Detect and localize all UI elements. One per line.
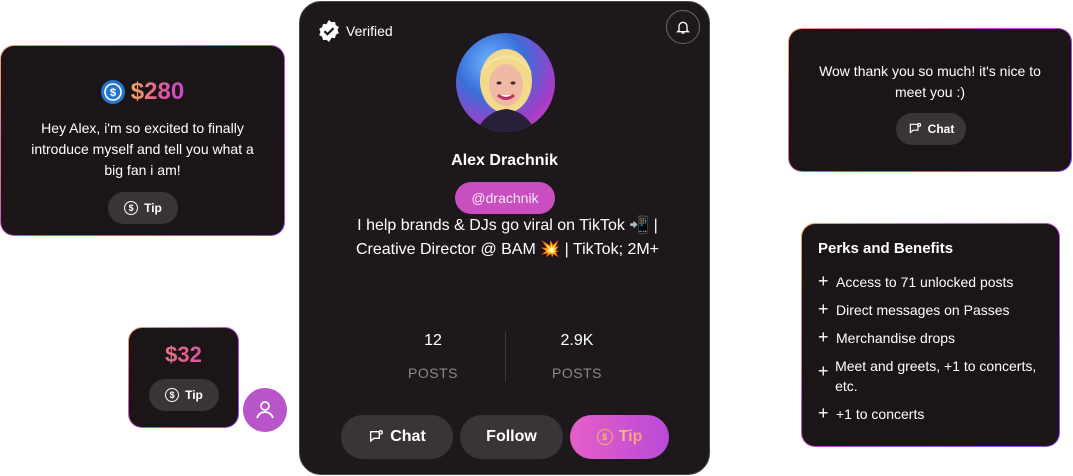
perk-item: + Merchandise drops xyxy=(818,327,956,347)
perks-list: + Access to 71 unlocked posts + Direct mes… xyxy=(818,272,1045,432)
reply-message: Wow thank you so much! it's nice to meet… xyxy=(819,63,1041,100)
plus-icon: + xyxy=(818,299,829,319)
stats-divider xyxy=(505,332,506,382)
dollar-coin-icon: $ xyxy=(124,201,139,215)
small-tip-amount: $32 xyxy=(129,342,238,368)
plus-icon: + xyxy=(818,403,829,423)
verified-badge: Verified xyxy=(317,19,393,43)
verified-check-icon xyxy=(319,20,339,42)
tip-profile-button[interactable]: $ Tip xyxy=(570,415,669,459)
perk-item: + +1 to concerts xyxy=(818,403,925,423)
tip-profile-button-label: Tip xyxy=(618,428,643,445)
user-icon xyxy=(256,401,274,419)
chat-button[interactable]: Chat xyxy=(341,415,453,459)
handle-text: @drachnik xyxy=(471,190,539,206)
handle-pill[interactable]: @drachnik xyxy=(455,182,555,214)
follow-button[interactable]: Follow xyxy=(460,415,563,459)
dollar-coin-icon: $ xyxy=(165,388,180,402)
chat-button-label: Chat xyxy=(390,428,426,445)
tip-button[interactable]: $ Tip xyxy=(108,192,178,224)
perk-item: + Access to 71 unlocked posts xyxy=(818,271,1014,291)
tip-message-card: $ $280 Hey Alex, i'm so excited to final… xyxy=(0,45,285,236)
reply-message-card: Wow thank you so much! it's nice to meet… xyxy=(788,28,1072,172)
plus-icon: + xyxy=(818,271,829,291)
bell-icon xyxy=(676,21,690,34)
stat-followers-value: 2.9K xyxy=(560,332,594,349)
small-tip-card: $32 $ Tip xyxy=(128,327,239,428)
usdc-coin-icon: $ xyxy=(100,80,125,104)
profile-card: Verified Alex Drachnik @drachnik I help … xyxy=(299,1,710,475)
perks-card: Perks and Benefits + Access to 71 unlocke… xyxy=(801,223,1060,447)
small-tip-button[interactable]: $ Tip xyxy=(149,379,219,411)
svg-text:$: $ xyxy=(110,87,116,99)
profile-bio: I help brands & DJs go viral on TikTok 📲… xyxy=(355,217,660,258)
verified-label: Verified xyxy=(346,23,393,39)
chat-icon xyxy=(370,430,384,443)
reply-chat-button[interactable]: Chat xyxy=(896,113,966,145)
perks-title: Perks and Benefits xyxy=(818,240,954,257)
tip-message: Hey Alex, i'm so excited to finally intr… xyxy=(31,120,254,178)
perk-item: + Direct messages on Passes xyxy=(818,299,1010,319)
profile-name: Alex Drachnik xyxy=(451,152,558,169)
stat-followers-label: POSTS xyxy=(552,365,602,381)
chat-icon xyxy=(909,122,921,134)
dollar-coin-icon: $ xyxy=(596,429,613,445)
follow-button-label: Follow xyxy=(486,428,537,445)
small-tip-button-label: Tip xyxy=(185,388,203,402)
plus-icon: + xyxy=(818,361,829,381)
reply-chat-label: Chat xyxy=(927,122,955,136)
plus-icon: + xyxy=(818,327,829,347)
tip-button-label: Tip xyxy=(144,201,162,215)
notifications-button[interactable] xyxy=(666,10,700,44)
stat-posts-label: POSTS xyxy=(408,365,458,381)
stat-posts-value: 12 xyxy=(424,332,442,349)
profile-avatar xyxy=(456,33,555,132)
perk-item: + Meet and greets, +1 to concerts, etc. xyxy=(818,358,1037,394)
user-avatar-button[interactable] xyxy=(243,388,287,432)
tip-amount: $280 xyxy=(130,78,185,105)
